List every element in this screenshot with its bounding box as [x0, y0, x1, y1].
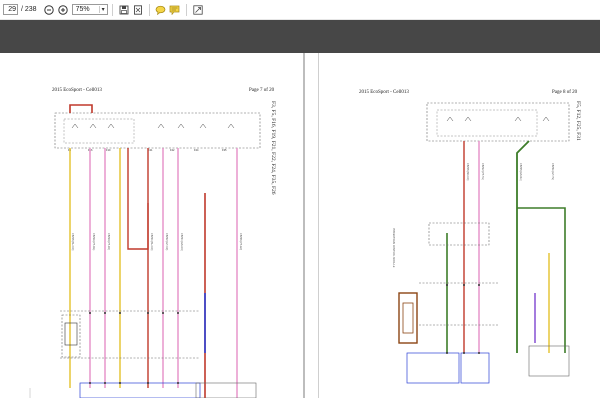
svg-text:CBP25 (GN-BU): CBP25 (GN-BU): [519, 163, 522, 181]
wiring-diagram-left: F5F16F19 F21F22F24F35 CBP05 (BU-RD) CBP1…: [29, 104, 261, 398]
wiring-diagram-right: CBP05 (BN-RD) CBP12 (VT-YE) CBP25 (GN-BU…: [392, 102, 570, 384]
svg-text:CBP24 (GN-RD): CBP24 (GN-RD): [180, 233, 183, 251]
zoom-value: 75%: [75, 6, 90, 13]
fullscreen-icon[interactable]: [192, 4, 204, 16]
svg-text:CBP12 (VT-YE): CBP12 (VT-YE): [481, 163, 484, 180]
highlight-icon[interactable]: [169, 4, 181, 16]
svg-text:CBP05 (BN-RD): CBP05 (BN-RD): [466, 163, 469, 181]
comment-icon[interactable]: [155, 4, 167, 16]
svg-text:F21: F21: [148, 148, 153, 152]
zoom-in-icon[interactable]: [57, 4, 69, 16]
svg-text:F22: F22: [170, 148, 175, 152]
svg-text:CBP22 (GY-RD): CBP22 (GY-RD): [165, 233, 168, 251]
pdf-page-left: 2015 EcoSport - Cell013 Page 7 of 20 F3,…: [0, 53, 305, 398]
toolbar-divider: [148, 3, 150, 16]
viewer-toolbar: 29 / 238 75% ▾: [0, 0, 600, 20]
svg-text:CBP21 (BU-RD): CBP21 (BU-RD): [150, 233, 153, 251]
zoom-dropdown-icon[interactable]: ▾: [98, 6, 107, 13]
toolbar-divider: [185, 3, 187, 16]
zoom-select[interactable]: 75% ▾: [71, 4, 108, 15]
svg-text:CBP19 (VT-RD): CBP19 (VT-RD): [107, 233, 110, 250]
save-icon[interactable]: [118, 4, 130, 16]
svg-text:F24: F24: [194, 148, 199, 152]
svg-text:CBP05 (BU-RD): CBP05 (BU-RD): [71, 233, 74, 251]
fit-page-icon[interactable]: [132, 4, 144, 16]
svg-text:F19: F19: [106, 148, 111, 152]
svg-text:CBP16 (VT-OG): CBP16 (VT-OG): [92, 233, 95, 250]
svg-text:F35: F35: [222, 148, 227, 152]
toolbar-background-band: [0, 20, 600, 53]
svg-text:POWERTRAIN CONTROL MODULE: POWERTRAIN CONTROL MODULE: [392, 228, 395, 268]
page-number-input[interactable]: 29: [3, 4, 18, 15]
toolbar-divider: [111, 3, 113, 16]
pdf-page-right: 2015 EcoSport - Cell013 Page 8 of 20 F5,…: [318, 53, 600, 398]
page-total-label: / 238: [21, 6, 37, 13]
svg-text:CBP31 (GY-YE): CBP31 (GY-YE): [551, 163, 554, 180]
svg-text:CBP35 (VT-GN): CBP35 (VT-GN): [239, 233, 242, 250]
document-viewport[interactable]: 2015 EcoSport - Cell013 Page 7 of 20 F3,…: [0, 53, 600, 398]
zoom-out-icon[interactable]: [43, 4, 55, 16]
